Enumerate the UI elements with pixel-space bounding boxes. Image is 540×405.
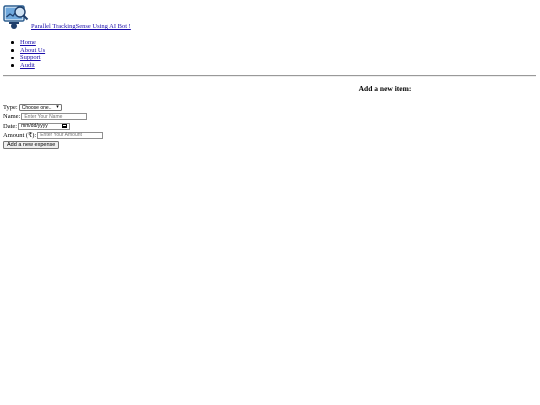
nav-item-audit: Audit (11, 62, 45, 70)
brand-link[interactable]: Parallel TrackingSense Using AI Bot ! (31, 23, 131, 30)
calendar-icon[interactable] (62, 123, 68, 129)
nav-link-audit[interactable]: Audit (20, 62, 35, 69)
chart-magnifier-logo-icon[interactable] (3, 4, 29, 30)
amount-input[interactable]: Enter Your Amount (37, 131, 104, 139)
add-expense-button[interactable]: Add a new expense (3, 140, 60, 149)
amount-row: Amount (₹): Enter Your Amount (3, 131, 104, 140)
form-title: Add a new item: (358, 84, 412, 93)
nav-link-support[interactable]: Support (20, 54, 41, 61)
nav-item-about: About Us (11, 47, 45, 55)
site-header: Parallel TrackingSense Using AI Bot ! (3, 4, 131, 30)
date-input[interactable]: mm/dd/yyyy (18, 122, 71, 130)
name-row: Name: Enter Your Name (3, 112, 103, 121)
date-row: Date: mm/dd/yyyy (3, 122, 103, 131)
name-label: Name: (3, 113, 21, 121)
nav-link-about-us[interactable]: About Us (20, 47, 45, 54)
amount-label: Amount (₹): (3, 132, 37, 140)
type-select[interactable]: Choose one.. ▾ (18, 104, 62, 111)
submit-row: Add a new expense (3, 140, 103, 149)
nav-item-home: Home (11, 39, 45, 47)
type-label: Type: (3, 104, 18, 111)
add-item-form: Type: Choose one.. ▾ Name: Enter Your Na… (3, 103, 104, 149)
type-select-value: Choose one.. (21, 104, 52, 111)
nav-link-home[interactable]: Home (20, 39, 36, 46)
name-input[interactable]: Enter Your Name (21, 113, 88, 121)
date-label: Date: (3, 122, 18, 130)
type-row: Type: Choose one.. ▾ (3, 103, 103, 112)
main-nav: Home About Us Support Audit (11, 39, 45, 69)
nav-item-support: Support (11, 54, 45, 62)
chevron-down-icon: ▾ (56, 104, 59, 110)
date-input-placeholder: mm/dd/yyyy (21, 123, 48, 130)
horizontal-divider (3, 75, 536, 77)
